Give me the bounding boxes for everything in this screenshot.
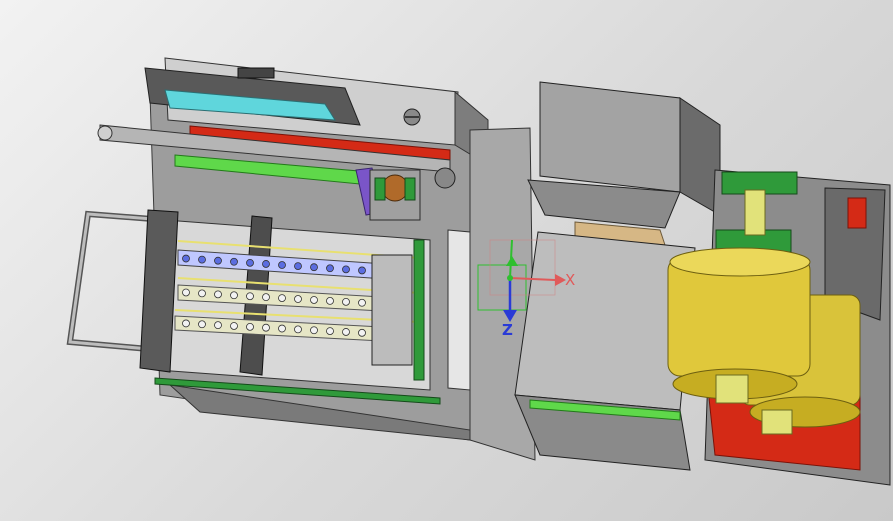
perforation-hole: [278, 294, 286, 302]
triad-origin: [507, 275, 513, 281]
perforation-hole: [246, 258, 254, 267]
green-motor-clamp-2: [404, 177, 416, 201]
top-mount-bracket: [237, 67, 275, 79]
brown-motor: [381, 174, 409, 202]
perforation-hole: [230, 322, 238, 330]
cad-3d-viewport[interactable]: X Z: [0, 0, 893, 521]
pulley-right: [434, 167, 456, 189]
perforation-hole: [198, 320, 206, 329]
rail-end-cap: [97, 125, 113, 141]
green-motor-clamp: [374, 177, 386, 201]
perforation-hole: [310, 263, 318, 272]
perforation-hole: [198, 255, 206, 264]
roller-hub-back: [761, 409, 793, 435]
perforation-hole: [342, 265, 350, 274]
perforation-hole: [358, 328, 366, 337]
perforation-hole: [198, 289, 206, 298]
perforation-hole: [230, 257, 238, 266]
perforation-hole: [294, 325, 302, 334]
table-right-green-rail: [413, 239, 425, 381]
perforation-hole: [326, 264, 334, 273]
perforation-hole: [214, 256, 222, 265]
perforation-hole: [310, 326, 318, 335]
perforation-hole: [214, 321, 222, 330]
perforation-hole: [182, 319, 190, 328]
perforation-hole: [246, 322, 254, 331]
yellow-roller-front-top: [669, 247, 811, 277]
perforation-hole: [342, 297, 350, 306]
perforation-hole: [326, 327, 334, 336]
yellow-shaft: [744, 189, 766, 236]
perforation-hole: [326, 297, 334, 305]
perforation-hole: [278, 261, 286, 269]
perforation-hole: [294, 262, 302, 271]
perforation-hole: [358, 298, 366, 307]
perforation-hole: [262, 260, 270, 268]
right-red-tab: [847, 197, 867, 229]
perforation-hole: [182, 254, 190, 263]
perforation-hole: [358, 266, 366, 275]
perforation-hole: [294, 295, 302, 303]
perforation-hole: [230, 291, 238, 300]
table-right-clamp: [371, 254, 413, 366]
machine-assembly-model[interactable]: [0, 0, 893, 521]
perforation-hole: [310, 296, 318, 304]
perforation-hole: [246, 292, 254, 301]
perforation-hole: [262, 323, 270, 332]
perforation-hole: [278, 324, 286, 333]
perforation-hole: [262, 293, 270, 302]
roller-hub-front: [715, 374, 749, 404]
perforation-hole: [182, 288, 190, 297]
roller-column: [447, 229, 471, 391]
perforation-hole: [342, 328, 350, 336]
upper-center-box: [539, 81, 681, 193]
perforation-hole: [214, 290, 222, 299]
